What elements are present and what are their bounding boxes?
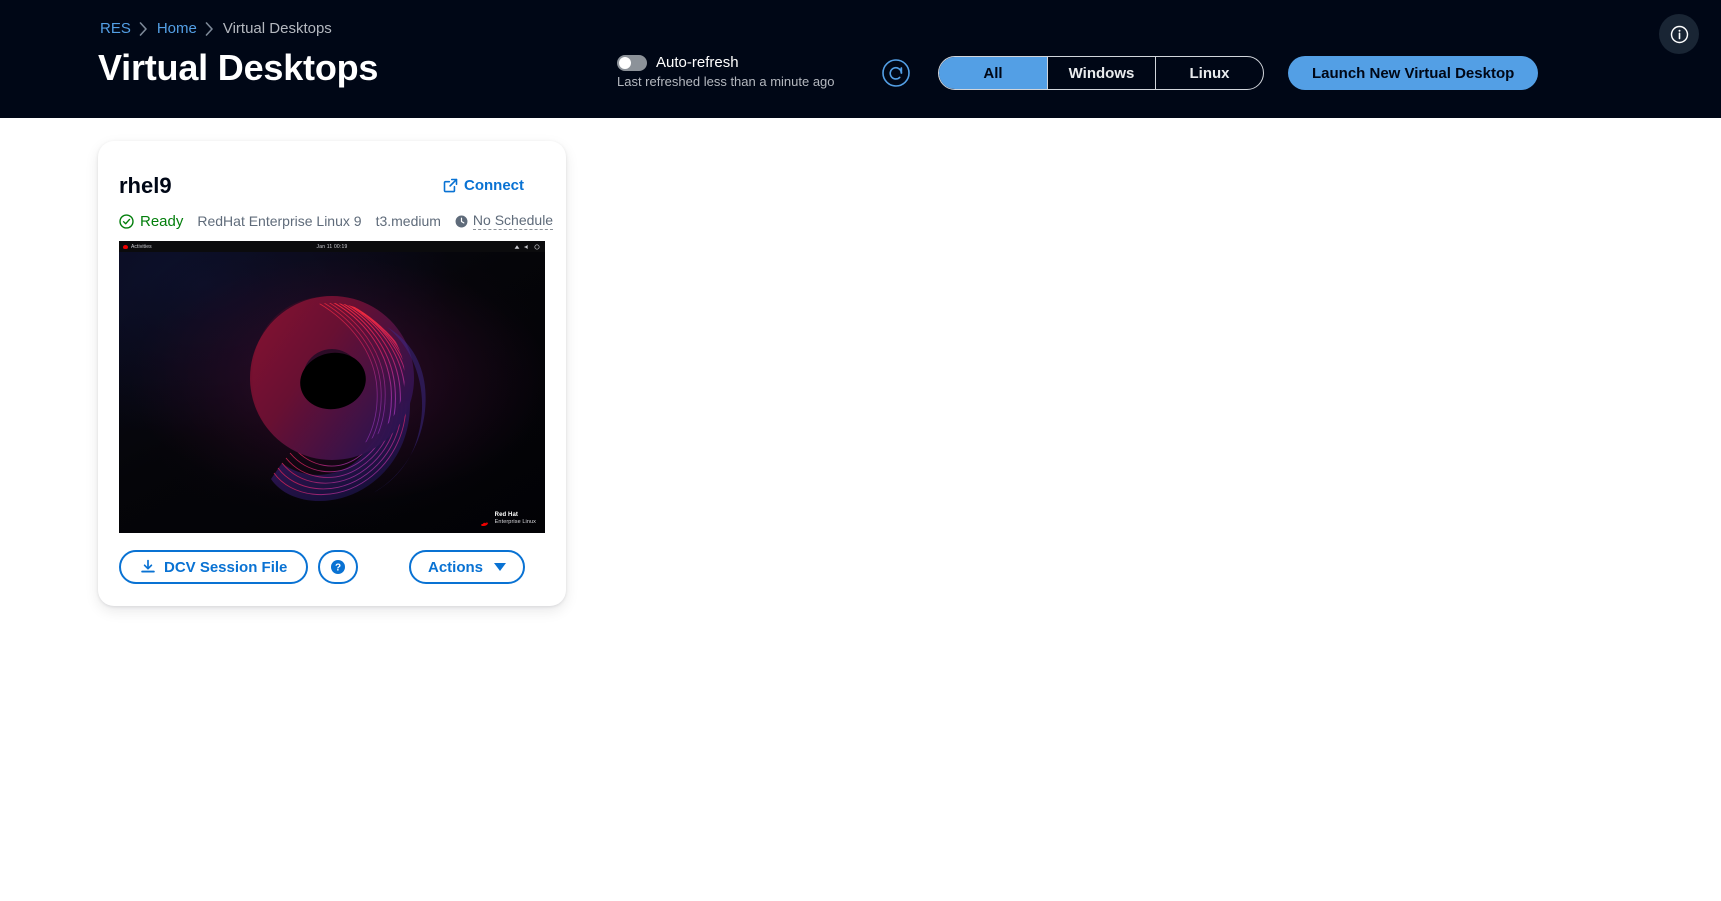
connect-label: Connect bbox=[464, 177, 524, 194]
question-mark-icon: ? bbox=[330, 559, 346, 575]
refresh-button[interactable] bbox=[880, 57, 912, 89]
toggle-knob bbox=[619, 57, 631, 69]
actions-button[interactable]: Actions bbox=[409, 550, 525, 584]
connect-link[interactable]: Connect bbox=[443, 173, 546, 194]
clock-label: Jan 11 00:19 bbox=[317, 244, 348, 250]
red-hat-logo-icon bbox=[480, 514, 491, 522]
desktop-thumbnail[interactable]: Activities Jan 11 00:19 bbox=[119, 241, 545, 533]
page-header: RES Home Virtual Desktops Virtual Deskto… bbox=[0, 0, 1721, 118]
status-badge: Ready bbox=[119, 213, 183, 230]
schedule-label: No Schedule bbox=[473, 212, 553, 230]
schedule-info[interactable]: No Schedule bbox=[455, 212, 553, 230]
breadcrumb-item-res[interactable]: RES bbox=[100, 20, 131, 37]
system-status-icons bbox=[514, 244, 540, 250]
filter-segment-windows[interactable]: Windows bbox=[1047, 57, 1155, 89]
dcv-session-file-button[interactable]: DCV Session File bbox=[119, 550, 308, 584]
gnome-top-bar: Activities Jan 11 00:19 bbox=[119, 241, 545, 252]
main-content: rhel9 Connect Ready RedHat Enterprise Li… bbox=[0, 118, 1721, 901]
breadcrumb-separator-icon bbox=[131, 21, 157, 36]
rhel9-nine-graphic bbox=[119, 241, 545, 533]
card-meta-row: Ready RedHat Enterprise Linux 9 t3.mediu… bbox=[118, 212, 546, 230]
red-hat-branding: Red Hat Enterprise Linux bbox=[480, 512, 536, 525]
auto-refresh-group: Auto-refresh Last refreshed less than a … bbox=[617, 54, 847, 89]
activities-button: Activities bbox=[123, 244, 152, 250]
auto-refresh-label: Auto-refresh bbox=[656, 54, 739, 71]
breadcrumb-separator-icon bbox=[197, 21, 223, 36]
card-footer: DCV Session File ? Actions bbox=[118, 550, 546, 586]
clock-icon bbox=[455, 215, 468, 228]
help-button[interactable]: ? bbox=[318, 550, 358, 584]
activities-label: Activities bbox=[131, 244, 152, 250]
breadcrumb-item-current: Virtual Desktops bbox=[223, 20, 332, 37]
filter-segment-all[interactable]: All bbox=[939, 57, 1047, 89]
nine-ribbon-svg bbox=[119, 241, 545, 533]
instance-type-label: t3.medium bbox=[376, 213, 441, 229]
filter-segment-linux[interactable]: Linux bbox=[1155, 57, 1263, 89]
last-refreshed-text: Last refreshed less than a minute ago bbox=[617, 74, 847, 89]
desktop-name: rhel9 bbox=[118, 173, 172, 199]
virtual-desktop-card: rhel9 Connect Ready RedHat Enterprise Li… bbox=[98, 141, 566, 606]
info-circle-icon bbox=[1670, 25, 1689, 44]
download-icon bbox=[140, 559, 156, 575]
info-button[interactable] bbox=[1659, 14, 1699, 54]
os-filter-segmented-control[interactable]: All Windows Linux bbox=[938, 56, 1264, 90]
brand-line-1: Red Hat bbox=[495, 512, 536, 519]
launch-new-virtual-desktop-button[interactable]: Launch New Virtual Desktop bbox=[1288, 56, 1538, 90]
external-link-icon bbox=[443, 178, 458, 193]
page-title: Virtual Desktops bbox=[98, 47, 378, 89]
red-hat-brand-text: Red Hat Enterprise Linux bbox=[495, 512, 536, 525]
dcv-session-file-label: DCV Session File bbox=[164, 559, 287, 576]
breadcrumb: RES Home Virtual Desktops bbox=[100, 20, 332, 37]
brand-line-2: Enterprise Linux bbox=[495, 519, 536, 525]
caret-down-icon bbox=[494, 563, 506, 571]
power-icon bbox=[534, 244, 540, 250]
volume-icon bbox=[524, 244, 530, 250]
status-label: Ready bbox=[140, 213, 183, 230]
auto-refresh-toggle[interactable] bbox=[617, 55, 647, 71]
card-header: rhel9 Connect bbox=[118, 163, 546, 199]
network-icon bbox=[514, 244, 520, 250]
os-label: RedHat Enterprise Linux 9 bbox=[197, 213, 361, 229]
refresh-circle-icon bbox=[881, 58, 911, 88]
svg-text:?: ? bbox=[335, 563, 341, 574]
check-circle-icon bbox=[119, 214, 134, 229]
breadcrumb-item-home[interactable]: Home bbox=[157, 20, 197, 37]
red-hat-hat-icon bbox=[123, 245, 128, 249]
actions-label: Actions bbox=[428, 559, 483, 576]
